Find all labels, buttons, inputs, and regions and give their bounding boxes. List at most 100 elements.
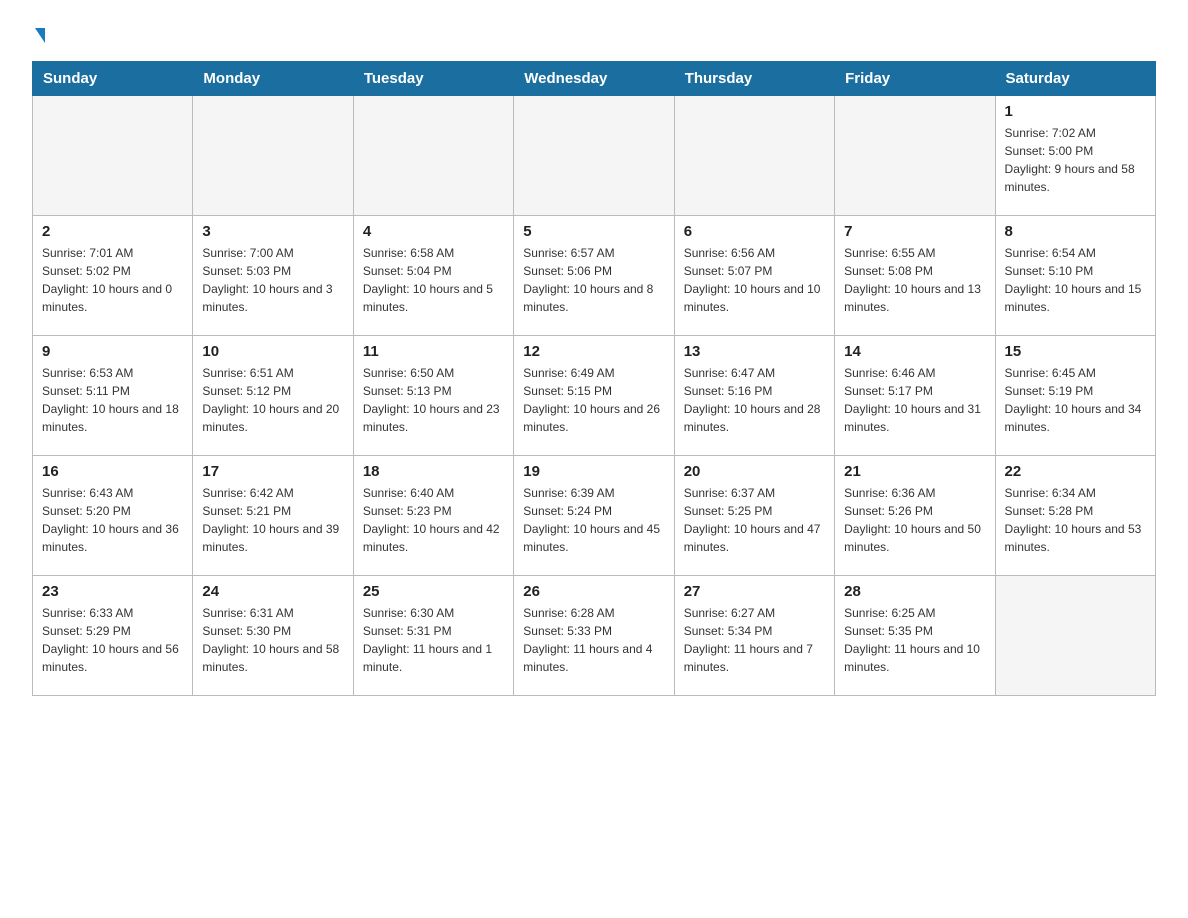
calendar-day-cell <box>835 96 995 216</box>
day-number: 16 <box>42 463 183 480</box>
calendar-day-cell: 14 Sunrise: 6:46 AMSunset: 5:17 PMDayligh… <box>835 336 995 456</box>
day-info: Sunrise: 6:46 AMSunset: 5:17 PMDaylight:… <box>844 364 985 436</box>
calendar-day-cell: 24Sunrise: 6:31 AMSunset: 5:30 PMDayligh… <box>193 576 353 696</box>
calendar-day-cell: 18Sunrise: 6:40 AMSunset: 5:23 PMDayligh… <box>353 456 513 576</box>
day-number: 13 <box>684 343 825 360</box>
calendar-day-cell <box>193 96 353 216</box>
day-info: Sunrise: 6:36 AMSunset: 5:26 PMDaylight:… <box>844 484 985 556</box>
day-number: 7 <box>844 223 985 240</box>
calendar-day-cell: 21 Sunrise: 6:36 AMSunset: 5:26 PMDayligh… <box>835 456 995 576</box>
day-number: 5 <box>523 223 664 240</box>
day-info: Sunrise: 6:54 AMSunset: 5:10 PMDaylight:… <box>1005 244 1146 316</box>
day-info: Sunrise: 7:02 AMSunset: 5:00 PMDaylight:… <box>1005 124 1146 196</box>
day-number: 22 <box>1005 463 1146 480</box>
day-of-week-header: Monday <box>193 62 353 96</box>
calendar-body: 1 Sunrise: 7:02 AMSunset: 5:00 PMDaylight… <box>33 96 1156 696</box>
calendar-week-row: 16 Sunrise: 6:43 AMSunset: 5:20 PMDayligh… <box>33 456 1156 576</box>
calendar-day-cell: 12 Sunrise: 6:49 AMSunset: 5:15 PMDayligh… <box>514 336 674 456</box>
calendar-day-cell: 19 Sunrise: 6:39 AMSunset: 5:24 PMDayligh… <box>514 456 674 576</box>
calendar-day-cell <box>353 96 513 216</box>
calendar-day-cell: 16 Sunrise: 6:43 AMSunset: 5:20 PMDayligh… <box>33 456 193 576</box>
calendar-day-cell <box>33 96 193 216</box>
day-number: 8 <box>1005 223 1146 240</box>
day-info: Sunrise: 6:58 AMSunset: 5:04 PMDaylight:… <box>363 244 504 316</box>
day-info: Sunrise: 6:28 AMSunset: 5:33 PMDaylight:… <box>523 604 664 676</box>
day-info: Sunrise: 6:57 AMSunset: 5:06 PMDaylight:… <box>523 244 664 316</box>
calendar-day-cell: 8 Sunrise: 6:54 AMSunset: 5:10 PMDaylight… <box>995 216 1155 336</box>
day-of-week-header: Thursday <box>674 62 834 96</box>
calendar-table: SundayMondayTuesdayWednesdayThursdayFrid… <box>32 61 1156 696</box>
calendar-day-cell: 9 Sunrise: 6:53 AMSunset: 5:11 PMDaylight… <box>33 336 193 456</box>
calendar-day-cell <box>674 96 834 216</box>
day-of-week-header: Tuesday <box>353 62 513 96</box>
day-info: Sunrise: 6:56 AMSunset: 5:07 PMDaylight:… <box>684 244 825 316</box>
calendar-day-cell: 17Sunrise: 6:42 AMSunset: 5:21 PMDayligh… <box>193 456 353 576</box>
day-of-week-header: Friday <box>835 62 995 96</box>
day-info: Sunrise: 6:25 AMSunset: 5:35 PMDaylight:… <box>844 604 985 676</box>
calendar-day-cell: 5 Sunrise: 6:57 AMSunset: 5:06 PMDaylight… <box>514 216 674 336</box>
day-number: 26 <box>523 583 664 600</box>
day-number: 27 <box>684 583 825 600</box>
day-number: 15 <box>1005 343 1146 360</box>
day-info: Sunrise: 6:43 AMSunset: 5:20 PMDaylight:… <box>42 484 183 556</box>
calendar-header: SundayMondayTuesdayWednesdayThursdayFrid… <box>33 62 1156 96</box>
day-number: 14 <box>844 343 985 360</box>
calendar-day-cell: 4 Sunrise: 6:58 AMSunset: 5:04 PMDaylight… <box>353 216 513 336</box>
day-number: 17 <box>202 463 343 480</box>
day-info: Sunrise: 6:49 AMSunset: 5:15 PMDaylight:… <box>523 364 664 436</box>
day-info: Sunrise: 6:31 AMSunset: 5:30 PMDaylight:… <box>202 604 343 676</box>
calendar-day-cell: 7 Sunrise: 6:55 AMSunset: 5:08 PMDaylight… <box>835 216 995 336</box>
calendar-day-cell: 13 Sunrise: 6:47 AMSunset: 5:16 PMDayligh… <box>674 336 834 456</box>
calendar-day-cell: 25 Sunrise: 6:30 AMSunset: 5:31 PMDayligh… <box>353 576 513 696</box>
day-info: Sunrise: 6:27 AMSunset: 5:34 PMDaylight:… <box>684 604 825 676</box>
day-info: Sunrise: 6:53 AMSunset: 5:11 PMDaylight:… <box>42 364 183 436</box>
day-number: 21 <box>844 463 985 480</box>
day-info: Sunrise: 6:34 AMSunset: 5:28 PMDaylight:… <box>1005 484 1146 556</box>
calendar-week-row: 9 Sunrise: 6:53 AMSunset: 5:11 PMDaylight… <box>33 336 1156 456</box>
day-number: 11 <box>363 343 504 360</box>
day-number: 4 <box>363 223 504 240</box>
day-info: Sunrise: 6:55 AMSunset: 5:08 PMDaylight:… <box>844 244 985 316</box>
calendar-day-cell: 20 Sunrise: 6:37 AMSunset: 5:25 PMDayligh… <box>674 456 834 576</box>
calendar-day-cell: 2Sunrise: 7:01 AMSunset: 5:02 PMDaylight… <box>33 216 193 336</box>
calendar-week-row: 2Sunrise: 7:01 AMSunset: 5:02 PMDaylight… <box>33 216 1156 336</box>
day-info: Sunrise: 7:01 AMSunset: 5:02 PMDaylight:… <box>42 244 183 316</box>
day-info: Sunrise: 6:51 AMSunset: 5:12 PMDaylight:… <box>202 364 343 436</box>
logo <box>32 24 45 43</box>
page-header <box>32 24 1156 43</box>
logo-triangle-icon <box>35 28 45 43</box>
calendar-day-cell: 27 Sunrise: 6:27 AMSunset: 5:34 PMDayligh… <box>674 576 834 696</box>
day-number: 20 <box>684 463 825 480</box>
day-number: 28 <box>844 583 985 600</box>
calendar-day-cell: 28 Sunrise: 6:25 AMSunset: 5:35 PMDayligh… <box>835 576 995 696</box>
calendar-day-cell: 3 Sunrise: 7:00 AMSunset: 5:03 PMDaylight… <box>193 216 353 336</box>
calendar-day-cell <box>514 96 674 216</box>
calendar-week-row: 23Sunrise: 6:33 AMSunset: 5:29 PMDayligh… <box>33 576 1156 696</box>
day-info: Sunrise: 6:47 AMSunset: 5:16 PMDaylight:… <box>684 364 825 436</box>
day-info: Sunrise: 6:30 AMSunset: 5:31 PMDaylight:… <box>363 604 504 676</box>
day-number: 23 <box>42 583 183 600</box>
calendar-day-cell: 11Sunrise: 6:50 AMSunset: 5:13 PMDayligh… <box>353 336 513 456</box>
day-info: Sunrise: 7:00 AMSunset: 5:03 PMDaylight:… <box>202 244 343 316</box>
day-of-week-header: Saturday <box>995 62 1155 96</box>
calendar-day-cell: 6Sunrise: 6:56 AMSunset: 5:07 PMDaylight… <box>674 216 834 336</box>
day-info: Sunrise: 6:40 AMSunset: 5:23 PMDaylight:… <box>363 484 504 556</box>
day-number: 3 <box>202 223 343 240</box>
day-number: 12 <box>523 343 664 360</box>
calendar-day-cell: 1 Sunrise: 7:02 AMSunset: 5:00 PMDaylight… <box>995 96 1155 216</box>
day-number: 10 <box>202 343 343 360</box>
day-info: Sunrise: 6:39 AMSunset: 5:24 PMDaylight:… <box>523 484 664 556</box>
calendar-week-row: 1 Sunrise: 7:02 AMSunset: 5:00 PMDaylight… <box>33 96 1156 216</box>
calendar-day-cell: 22 Sunrise: 6:34 AMSunset: 5:28 PMDayligh… <box>995 456 1155 576</box>
calendar-day-cell <box>995 576 1155 696</box>
day-number: 1 <box>1005 103 1146 120</box>
day-info: Sunrise: 6:37 AMSunset: 5:25 PMDaylight:… <box>684 484 825 556</box>
calendar-day-cell: 10 Sunrise: 6:51 AMSunset: 5:12 PMDayligh… <box>193 336 353 456</box>
day-number: 9 <box>42 343 183 360</box>
calendar-day-cell: 23Sunrise: 6:33 AMSunset: 5:29 PMDayligh… <box>33 576 193 696</box>
day-info: Sunrise: 6:45 AMSunset: 5:19 PMDaylight:… <box>1005 364 1146 436</box>
day-number: 25 <box>363 583 504 600</box>
calendar-day-cell: 26 Sunrise: 6:28 AMSunset: 5:33 PMDayligh… <box>514 576 674 696</box>
day-number: 19 <box>523 463 664 480</box>
days-of-week-row: SundayMondayTuesdayWednesdayThursdayFrid… <box>33 62 1156 96</box>
